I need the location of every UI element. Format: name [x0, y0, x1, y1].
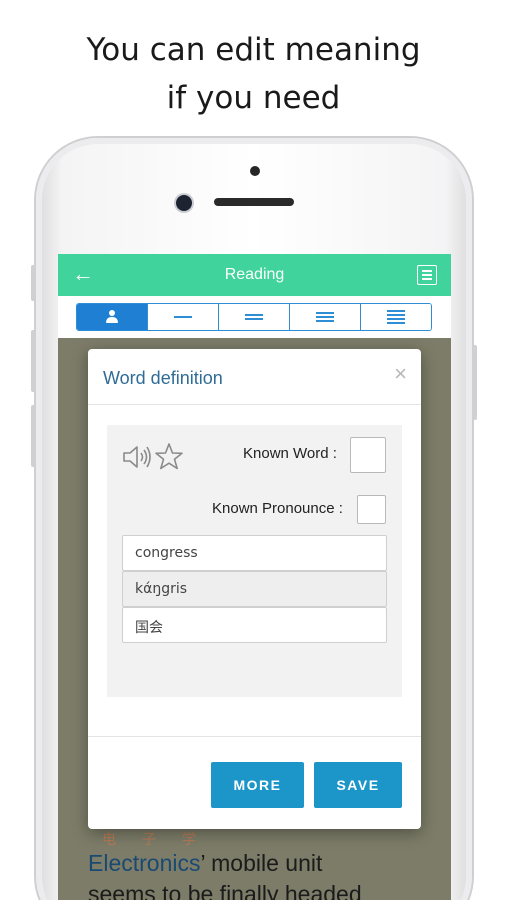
known-word-checkbox[interactable]: [350, 437, 386, 473]
article-line-1-rest: ’ mobile unit: [200, 850, 323, 876]
segment-two-lines[interactable]: [218, 304, 289, 330]
line-spacing-bar: [58, 296, 451, 338]
proximity-sensor: [250, 166, 260, 176]
app-bar: ← Reading: [58, 254, 451, 296]
save-button[interactable]: SAVE: [314, 762, 402, 808]
known-word-label: Known Word :: [243, 445, 337, 462]
front-camera: [176, 195, 192, 211]
known-pronounce-checkbox[interactable]: [357, 495, 386, 524]
one-line-icon: [174, 316, 192, 318]
earpiece-speaker: [214, 198, 294, 206]
meaning-input[interactable]: 国会: [122, 607, 387, 643]
person-icon: [106, 310, 118, 323]
close-icon[interactable]: ×: [394, 361, 407, 387]
article-word-link[interactable]: Electronics: [88, 850, 200, 876]
app-bar-title: Reading: [224, 266, 285, 283]
dialog-title: Word definition: [103, 368, 223, 388]
segment-four-lines[interactable]: [360, 304, 431, 330]
line-icon: [245, 318, 263, 320]
list-icon[interactable]: [417, 265, 437, 285]
article-line-1: Electronics’ mobile unit: [88, 850, 322, 877]
line-spacing-segmented-control: [76, 303, 432, 331]
definition-panel: Known Word : Known Pronounce : congress …: [107, 425, 402, 697]
dialog-footer-divider: [88, 736, 421, 737]
line-icon: [245, 314, 263, 316]
pronunciation-field: kάŋgris: [122, 571, 387, 607]
dialog-divider: [88, 404, 421, 405]
segment-three-lines[interactable]: [289, 304, 360, 330]
line-icon: [316, 320, 334, 322]
speaker-icon[interactable]: [122, 443, 154, 471]
headline: You can edit meaning if you need: [0, 26, 507, 122]
segment-one-line[interactable]: [147, 304, 218, 330]
line-icon: [387, 314, 405, 316]
more-button[interactable]: MORE: [211, 762, 304, 808]
star-icon[interactable]: [154, 442, 184, 472]
article-line-2: seems to be finally headed: [88, 881, 362, 900]
line-icon: [316, 312, 334, 314]
headline-line-1: You can edit meaning: [86, 32, 421, 68]
phone-side-button: [472, 345, 477, 420]
segment-person[interactable]: [77, 304, 147, 330]
phone-side-button: [31, 405, 36, 467]
phone-side-button: [31, 265, 36, 301]
line-icon: [316, 316, 334, 318]
word-definition-dialog: Word definition × Known Word : Known Pro…: [88, 349, 421, 829]
known-pronounce-label: Known Pronounce :: [212, 500, 343, 517]
phone-side-button: [31, 330, 36, 392]
line-icon: [387, 322, 405, 324]
word-input[interactable]: congress: [122, 535, 387, 571]
headline-line-2: if you need: [166, 80, 341, 116]
ruby-annotation: 电子学: [102, 831, 222, 847]
line-icon: [387, 318, 405, 320]
line-icon: [387, 310, 405, 312]
